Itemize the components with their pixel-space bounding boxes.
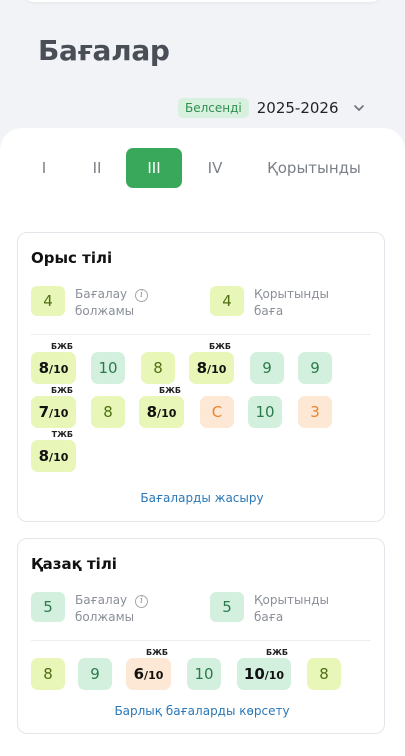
hide-grades-link[interactable]: Бағаларды жасыру [18,491,386,505]
subject-card-russian: Орыс тілі 4 Бағалау болжамы i 4 Қорытынды… [17,232,385,522]
grade-chip[interactable]: 8 [307,658,341,690]
predicted-grade-label: Бағалау болжамы [75,593,135,624]
grade-max: /10 [264,669,285,682]
grade-chip[interactable]: 8/10 БЖБ [189,342,234,384]
divider [31,334,371,335]
year-selector[interactable]: Белсенді 2025-2026 [178,96,371,120]
grade-value: 9 [90,665,100,683]
assessment-tag: БЖБ [146,648,168,657]
grade-chip[interactable]: 10 [91,352,125,384]
grade-value: 8 [153,359,163,377]
final-grade-badge: 4 [210,286,244,316]
predicted-grade-label: Бағалау болжамы [75,287,135,318]
grade-chip[interactable]: 9 [298,352,332,384]
grade-value: 7 [38,403,50,421]
grade-chip[interactable]: 6/10 БЖБ [126,648,171,690]
grade-max: /10 [144,669,164,682]
subject-title: Орыс тілі [31,249,113,267]
quarter-tabs: I II III IV Қорытынды [0,148,405,188]
grade-chip[interactable]: 7/10 БЖБ [31,386,76,428]
year-value[interactable]: 2025-2026 [257,99,339,117]
grade-chip[interactable]: 9 [78,658,112,690]
grade-value: 8 [146,403,158,421]
show-all-grades-link[interactable]: Барлық бағаларды көрсету [18,704,386,718]
assessment-tag: ТЖБ [51,430,73,439]
grade-value: 10 [255,403,275,421]
grade-value: 10 [194,665,214,683]
grade-value: 8 [319,665,329,683]
grade-chip[interactable]: 8/10 БЖБ [139,386,184,428]
grade-chip[interactable]: 9 [250,352,284,384]
grade-max: /10 [49,363,69,376]
grade-value: 8 [38,447,50,465]
grade-max: /10 [157,407,177,420]
grade-chip[interactable]: 8 [91,396,125,428]
predicted-grade-badge: 5 [31,592,65,622]
assessment-tag: БЖБ [159,386,181,395]
grade-chip[interactable]: 8/10 ТЖБ [31,430,76,472]
assessment-tag: БЖБ [51,342,73,351]
grade-chip[interactable]: 8/10 БЖБ [31,342,76,384]
grade-max: /10 [207,363,227,376]
subject-title: Қазақ тілі [31,555,117,573]
grade-value: 8 [196,359,208,377]
page-title: Бағалар [38,34,170,67]
chevron-down-icon[interactable] [347,96,371,120]
grade-value: 9 [262,359,272,377]
top-card-edge [22,0,383,2]
grade-value: 3 [310,403,320,421]
divider [31,640,371,641]
final-grade-label: Қорытынды баға [254,593,330,624]
grade-value: 6 [133,665,145,683]
info-icon[interactable]: i [135,289,148,302]
grade-value: 8 [103,403,113,421]
grade-chip[interactable]: 3 [298,396,332,428]
tab-quarter-2[interactable]: II [82,148,112,188]
final-grade-label: Қорытынды баға [254,287,330,318]
grade-value: С [211,403,223,421]
grade-value: 9 [310,359,320,377]
assessment-tag: БЖБ [266,648,288,657]
info-icon[interactable]: i [135,595,148,608]
grade-value: 10 [98,359,118,377]
assessment-tag: БЖБ [51,386,73,395]
grade-chip[interactable]: 10 [187,658,221,690]
grade-chip[interactable]: 10 [248,396,282,428]
grade-max: /10 [49,407,69,420]
subject-card-kazakh: Қазақ тілі 5 Бағалау болжамы i 5 Қорытынд… [17,538,385,734]
grade-chip[interactable]: 8 [141,352,175,384]
grade-chip[interactable]: С [200,396,234,428]
grade-chip[interactable]: 8 [31,658,65,690]
tab-quarter-4[interactable]: IV [198,148,232,188]
grade-value: 8 [38,359,50,377]
grade-chip[interactable]: 10/10 БЖБ [237,648,291,690]
grade-max: /10 [49,451,69,464]
final-grade-badge: 5 [210,592,244,622]
tab-quarter-3[interactable]: III [126,148,182,188]
tab-final[interactable]: Қорытынды [262,148,366,188]
tab-quarter-1[interactable]: I [31,148,57,188]
predicted-grade-badge: 4 [31,286,65,316]
status-badge: Белсенді [178,98,249,118]
grade-value: 10 [243,665,265,683]
assessment-tag: БЖБ [209,342,231,351]
grade-value: 8 [43,665,53,683]
